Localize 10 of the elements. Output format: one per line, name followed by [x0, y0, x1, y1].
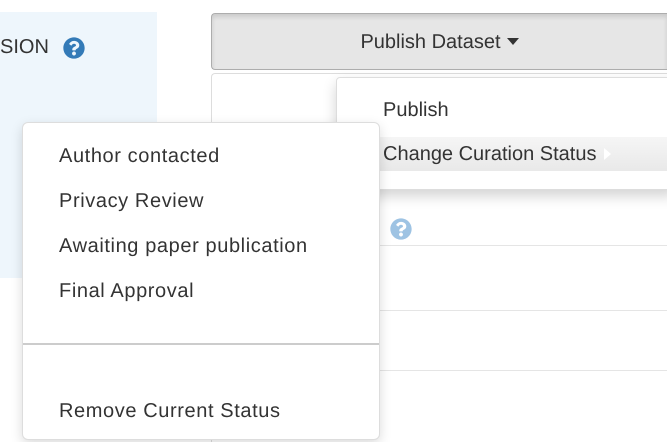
menu-item[interactable]: Remove Current Status [23, 391, 379, 431]
publish-dataset-button[interactable]: Publish Dataset [211, 13, 667, 70]
caret-icon [506, 38, 519, 45]
menu-item[interactable]: Publish [337, 93, 667, 127]
menu-item[interactable]: Final Approval [23, 268, 379, 313]
menu-item[interactable]: Privacy Review [23, 178, 379, 223]
menu-item[interactable]: Awaiting paper publication [23, 223, 379, 268]
menu-item[interactable]: Author contacted [23, 133, 379, 178]
section-heading: SION [0, 35, 49, 60]
help-icon[interactable] [62, 37, 85, 59]
